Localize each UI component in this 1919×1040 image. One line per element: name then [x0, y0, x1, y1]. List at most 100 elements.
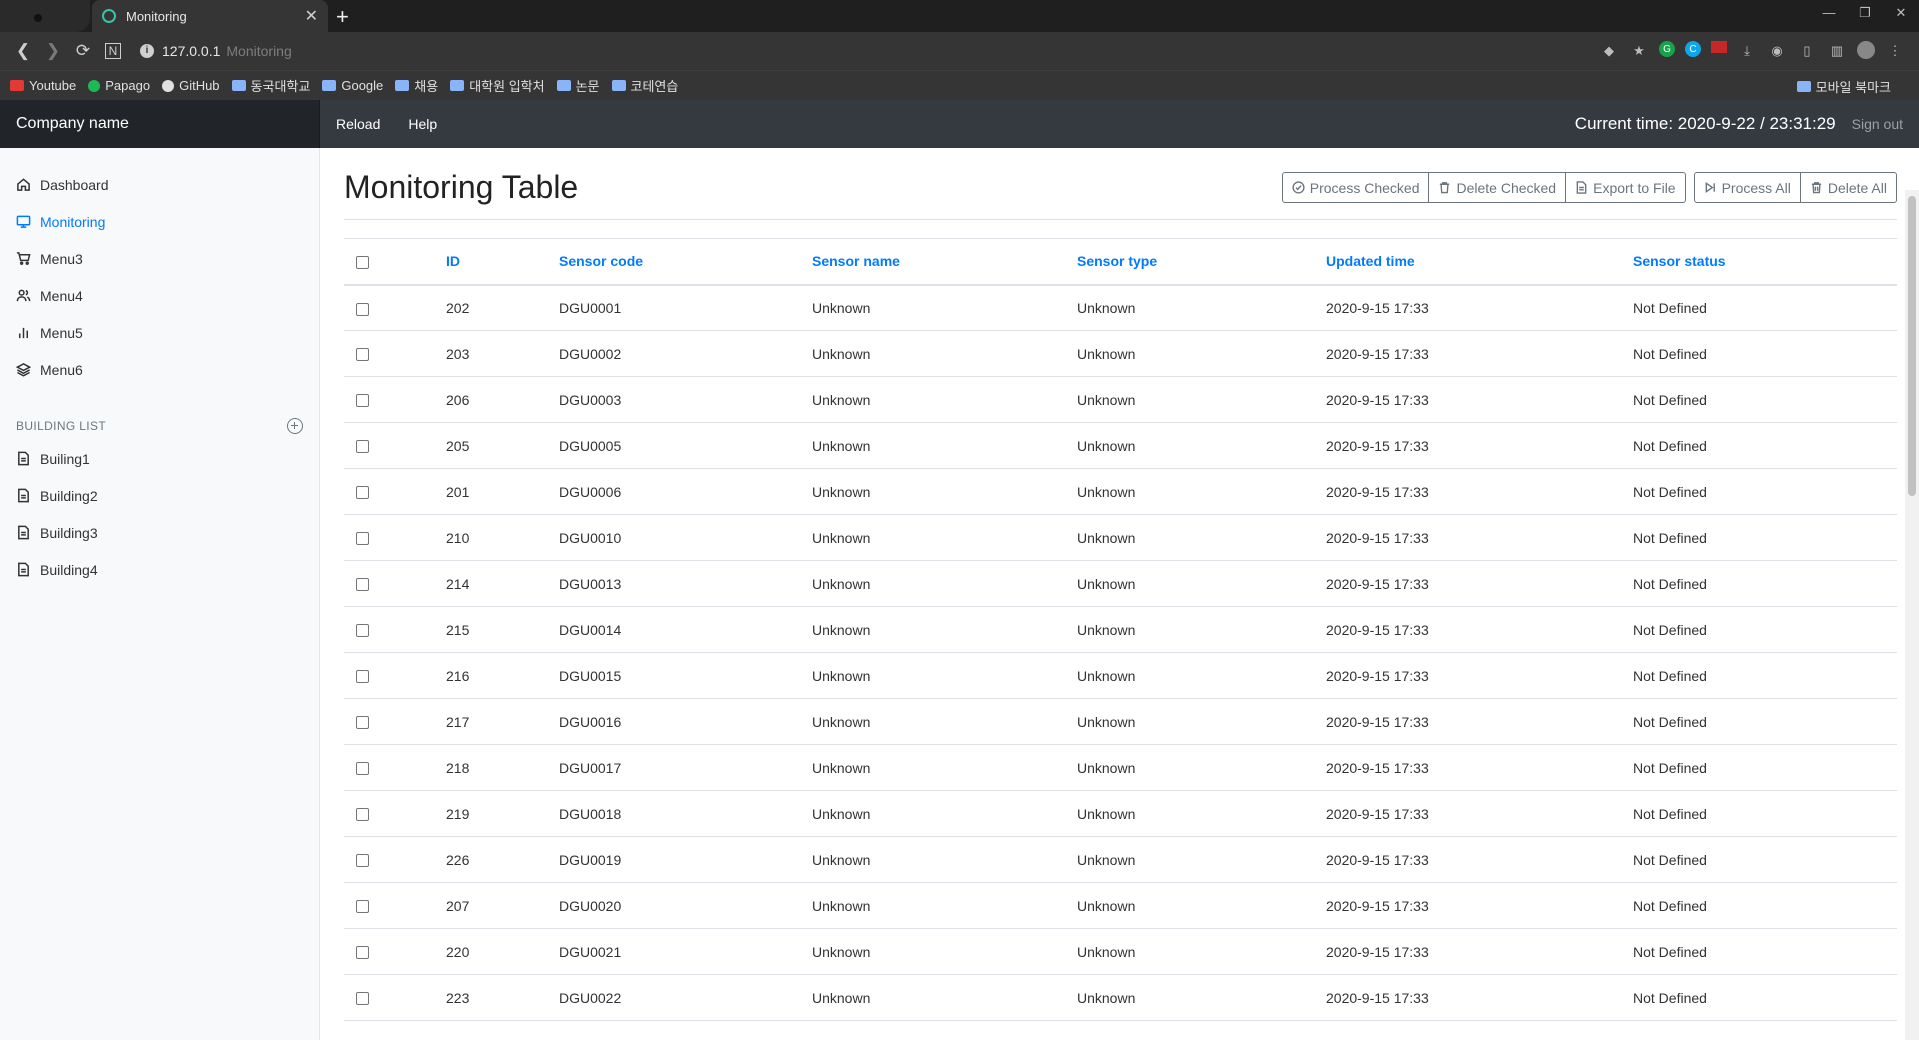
sidebar-item-dashboard[interactable]: Dashboard	[0, 166, 319, 203]
sidebar-item-building[interactable]: Building4	[0, 551, 319, 588]
export-to-file-button[interactable]: Export to File	[1566, 172, 1686, 203]
process-checked-button[interactable]: Process Checked	[1281, 172, 1430, 203]
sidebar-item-building[interactable]: Builing1	[0, 440, 319, 477]
flag-icon[interactable]	[1711, 41, 1727, 53]
bookmark-folder[interactable]: Google	[322, 78, 383, 93]
delete-all-button[interactable]: Delete All	[1800, 172, 1897, 203]
header-sensor-status[interactable]: Sensor status	[1621, 238, 1897, 286]
header-sensor-code[interactable]: Sensor code	[547, 238, 800, 286]
sidebar-item-menu5[interactable]: Menu5	[0, 314, 319, 351]
header-sensor-type[interactable]: Sensor type	[1065, 238, 1314, 286]
table-row: 226 DGU0019 Unknown Unknown 2020-9-15 17:33 N…	[344, 836, 1897, 883]
close-tab-icon[interactable]: ✕	[305, 6, 318, 26]
row-checkbox[interactable]	[356, 762, 369, 776]
row-checkbox[interactable]	[356, 348, 369, 362]
row-checkbox[interactable]	[356, 486, 369, 500]
process-all-button[interactable]: Process All	[1693, 172, 1801, 203]
cell-sensor-status: Not Defined	[1621, 836, 1897, 883]
extension-n-icon[interactable]: N	[105, 43, 121, 59]
page-scrollbar[interactable]	[1905, 190, 1919, 1040]
row-checkbox[interactable]	[356, 992, 369, 1006]
monitor-icon	[16, 215, 31, 228]
users-icon	[16, 289, 31, 302]
menu-kebab-icon[interactable]: ⋮	[1885, 41, 1905, 61]
youtube-icon	[10, 80, 24, 91]
checked-actions-group: Process Checked Delete Checked Export to…	[1281, 172, 1686, 203]
bookmark-star-icon[interactable]: ★	[1629, 41, 1649, 61]
browser-tab[interactable]: Monitoring ✕	[92, 0, 328, 32]
table-row: 218 DGU0017 Unknown Unknown 2020-9-15 17:33 N…	[344, 744, 1897, 791]
row-checkbox[interactable]	[356, 670, 369, 684]
folder-icon	[450, 80, 465, 91]
nav-help-link[interactable]: Help	[408, 116, 451, 132]
bookmark-youtube[interactable]: Youtube	[10, 78, 76, 93]
select-all-cell	[344, 238, 434, 286]
cell-sensor-code: DGU0019	[547, 836, 800, 883]
minimize-icon[interactable]: —	[1811, 0, 1847, 28]
sign-out-link[interactable]: Sign out	[1852, 116, 1903, 132]
row-checkbox[interactable]	[356, 440, 369, 454]
restore-icon[interactable]: ❐	[1847, 0, 1883, 28]
row-checkbox[interactable]	[356, 394, 369, 408]
sidepanel-icon[interactable]: ▥	[1827, 41, 1847, 61]
row-checkbox[interactable]	[356, 854, 369, 868]
header-id[interactable]: ID	[434, 238, 547, 286]
cell-sensor-type: Unknown	[1065, 698, 1314, 745]
scrollbar-thumb[interactable]	[1908, 196, 1916, 496]
header-updated-time[interactable]: Updated time	[1314, 238, 1621, 286]
folder-icon	[395, 80, 410, 91]
row-checkbox[interactable]	[356, 716, 369, 730]
sidebar-item-menu4[interactable]: Menu4	[0, 277, 319, 314]
download-icon[interactable]: ⤓	[1737, 41, 1757, 61]
add-building-icon[interactable]	[287, 418, 303, 434]
bookmark-papago[interactable]: Papago	[88, 78, 150, 93]
row-checkbox[interactable]	[356, 946, 369, 960]
select-all-checkbox[interactable]	[356, 256, 369, 270]
sidebar-item-building[interactable]: Building3	[0, 514, 319, 551]
row-checkbox[interactable]	[356, 624, 369, 638]
sidebar-item-monitoring[interactable]: Monitoring	[0, 203, 319, 240]
home-icon	[17, 178, 30, 191]
close-window-icon[interactable]: ✕	[1883, 0, 1919, 28]
grammarly-icon[interactable]: G	[1659, 41, 1675, 57]
cell-id: 206	[434, 376, 547, 423]
extension-c-icon[interactable]: C	[1685, 41, 1701, 57]
reader-icon[interactable]: ▯	[1797, 41, 1817, 61]
nav-reload-link[interactable]: Reload	[336, 116, 394, 132]
row-checkbox[interactable]	[356, 578, 369, 592]
header-sensor-name[interactable]: Sensor name	[800, 238, 1065, 286]
table-row: 203 DGU0002 Unknown Unknown 2020-9-15 17:33 N…	[344, 330, 1897, 377]
brand-name[interactable]: Company name	[0, 100, 320, 148]
new-tab-button[interactable]: +	[336, 4, 349, 30]
back-icon[interactable]: ❮	[8, 41, 38, 61]
camera-icon[interactable]: ◉	[1767, 41, 1787, 61]
table-row: 205 DGU0005 Unknown Unknown 2020-9-15 17:33 N…	[344, 422, 1897, 469]
cell-id: 203	[434, 330, 547, 377]
cell-sensor-name: Unknown	[800, 422, 1065, 469]
sidebar-item-menu3[interactable]: Menu3	[0, 240, 319, 277]
delete-checked-button[interactable]: Delete Checked	[1429, 172, 1567, 203]
address-bar[interactable]: i 127.0.0.1 Monitoring	[140, 37, 1599, 65]
pocket-icon[interactable]: ◆	[1599, 41, 1619, 61]
row-checkbox[interactable]	[356, 302, 369, 316]
cell-id: 207	[434, 882, 547, 929]
reload-icon[interactable]: ⟳	[68, 41, 98, 61]
cell-id: 217	[434, 698, 547, 745]
bookmark-folder[interactable]: 동국대학교	[231, 76, 310, 95]
bookmark-mobile-folder[interactable]: 모바일 북마크	[1796, 71, 1891, 101]
table-row: 202 DGU0001 Unknown Unknown 2020-9-15 17:33 N…	[344, 284, 1897, 331]
profile-avatar[interactable]	[1857, 41, 1875, 59]
bookmark-folder[interactable]: 대학원 입학처	[450, 76, 545, 95]
bookmark-folder[interactable]: 코테연습	[611, 76, 678, 95]
sidebar-item-menu6[interactable]: Menu6	[0, 351, 319, 388]
sidebar-item-building[interactable]: Building2	[0, 477, 319, 514]
forward-icon[interactable]: ❯	[38, 41, 68, 61]
bookmark-github[interactable]: GitHub	[162, 78, 220, 93]
row-checkbox[interactable]	[356, 900, 369, 914]
row-checkbox[interactable]	[356, 532, 369, 546]
row-checkbox[interactable]	[356, 808, 369, 822]
cell-sensor-code: DGU0018	[547, 790, 800, 837]
site-info-icon[interactable]: i	[140, 44, 154, 58]
bookmark-folder[interactable]: 논문	[556, 76, 600, 95]
bookmark-folder[interactable]: 채용	[395, 76, 438, 95]
